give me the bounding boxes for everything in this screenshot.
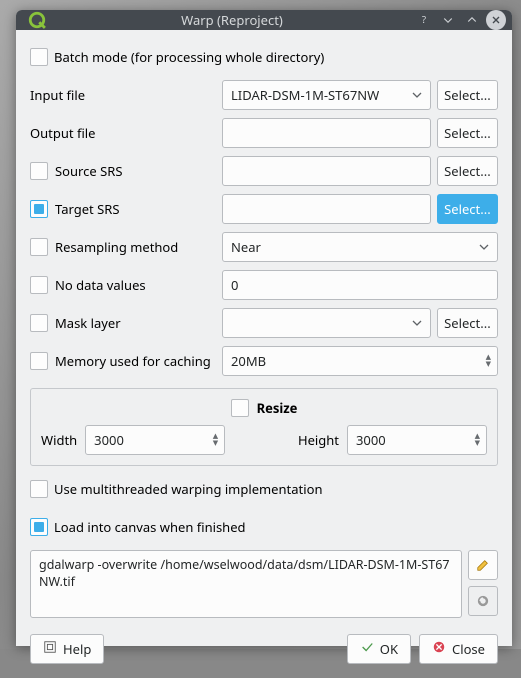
mask-select-button[interactable]: Select... [437,308,498,338]
height-spin[interactable]: 3000 ▲▼ [347,425,487,455]
maximize-icon[interactable] [462,10,482,30]
qgis-icon [28,11,46,29]
resampling-checkbox[interactable] [30,238,48,256]
source-srs-input[interactable] [222,156,431,186]
spin-buttons-icon[interactable]: ▲▼ [475,433,480,447]
target-srs-input[interactable] [222,194,431,224]
check-icon [360,640,374,658]
source-srs-select-button[interactable]: Select... [437,156,498,186]
spin-buttons-icon[interactable]: ▲▼ [213,433,218,447]
input-file-value: LIDAR-DSM-1M-ST67NW [231,86,412,104]
input-file-select-button[interactable]: Select... [437,80,498,110]
command-row [30,550,498,618]
output-file-select-button[interactable]: Select... [437,118,498,148]
mask-label: Mask layer [55,314,121,332]
input-file-combo[interactable]: LIDAR-DSM-1M-ST67NW [222,80,431,110]
load-canvas-checkbox[interactable] [30,518,48,536]
output-file-row: Output file Select... [30,118,498,148]
source-srs-row: Source SRS Select... [30,156,498,186]
help-icon[interactable]: ? [414,10,434,30]
source-srs-checkbox[interactable] [30,162,48,180]
load-canvas-row: Load into canvas when finished [30,512,498,542]
resize-legend: Resize [257,399,298,417]
button-bar: Help OK Close [30,626,498,664]
dialog-content: Batch mode (for processing whole directo… [16,30,512,678]
batch-mode-row: Batch mode (for processing whole directo… [30,42,498,72]
multithread-row: Use multithreaded warping implementation [30,474,498,504]
titlebar: Warp (Reproject) ? [16,10,512,30]
width-spin[interactable]: 3000 ▲▼ [85,425,225,455]
ok-button-label: OK [380,640,398,658]
close-icon[interactable] [486,10,506,30]
dialog-title: Warp (Reproject) [54,11,410,29]
source-srs-label: Source SRS [55,162,122,180]
ok-button[interactable]: OK [347,634,411,664]
multithread-checkbox[interactable] [30,480,48,498]
memory-checkbox[interactable] [30,352,48,370]
mask-row: Mask layer Select... [30,308,498,338]
help-icon [43,640,57,658]
batch-mode-label: Batch mode (for processing whole directo… [54,48,324,66]
resampling-value: Near [231,238,479,256]
width-label: Width [41,431,77,449]
target-srs-select-button[interactable]: Select... [437,194,498,224]
command-textarea[interactable] [30,550,462,618]
warp-dialog: Warp (Reproject) ? Batch mode (for proce… [16,10,512,646]
help-button-label: Help [63,640,91,658]
edit-command-button[interactable] [468,550,498,580]
chevron-down-icon [412,86,422,104]
memory-spin[interactable]: 20MB ▲▼ [222,346,498,376]
input-file-label: Input file [30,86,85,104]
target-srs-row: Target SRS Select... [30,194,498,224]
chevron-down-icon [412,314,422,332]
nodata-label: No data values [55,276,146,294]
help-button[interactable]: Help [30,634,104,664]
output-file-label: Output file [30,124,96,142]
close-button-label: Close [452,640,485,658]
memory-label: Memory used for caching [55,352,211,370]
spin-buttons-icon[interactable]: ▲▼ [486,354,491,368]
target-srs-label: Target SRS [55,200,119,218]
minimize-icon[interactable] [438,10,458,30]
chevron-down-icon [479,238,489,256]
nodata-row: No data values [30,270,498,300]
height-value: 3000 [356,431,475,449]
resize-fieldset: Resize Width 3000 ▲▼ Height 3000 ▲▼ [30,388,498,466]
reset-command-button[interactable] [468,586,498,616]
target-srs-checkbox[interactable] [30,200,48,218]
mask-checkbox[interactable] [30,314,48,332]
batch-mode-checkbox[interactable] [30,48,48,66]
load-canvas-label: Load into canvas when finished [54,518,246,536]
close-button[interactable]: Close [419,634,498,664]
nodata-input[interactable] [222,270,498,300]
multithread-label: Use multithreaded warping implementation [54,480,322,498]
resampling-row: Resampling method Near [30,232,498,262]
nodata-checkbox[interactable] [30,276,48,294]
width-value: 3000 [94,431,213,449]
close-x-icon [432,640,446,658]
resampling-combo[interactable]: Near [222,232,498,262]
svg-text:?: ? [422,14,426,26]
height-label: Height [298,431,339,449]
memory-value: 20MB [231,352,486,370]
resize-checkbox[interactable] [231,399,249,417]
memory-row: Memory used for caching 20MB ▲▼ [30,346,498,376]
resampling-label: Resampling method [55,238,178,256]
input-file-row: Input file LIDAR-DSM-1M-ST67NW Select... [30,80,498,110]
output-file-input[interactable] [222,118,431,148]
mask-combo[interactable] [222,308,431,338]
